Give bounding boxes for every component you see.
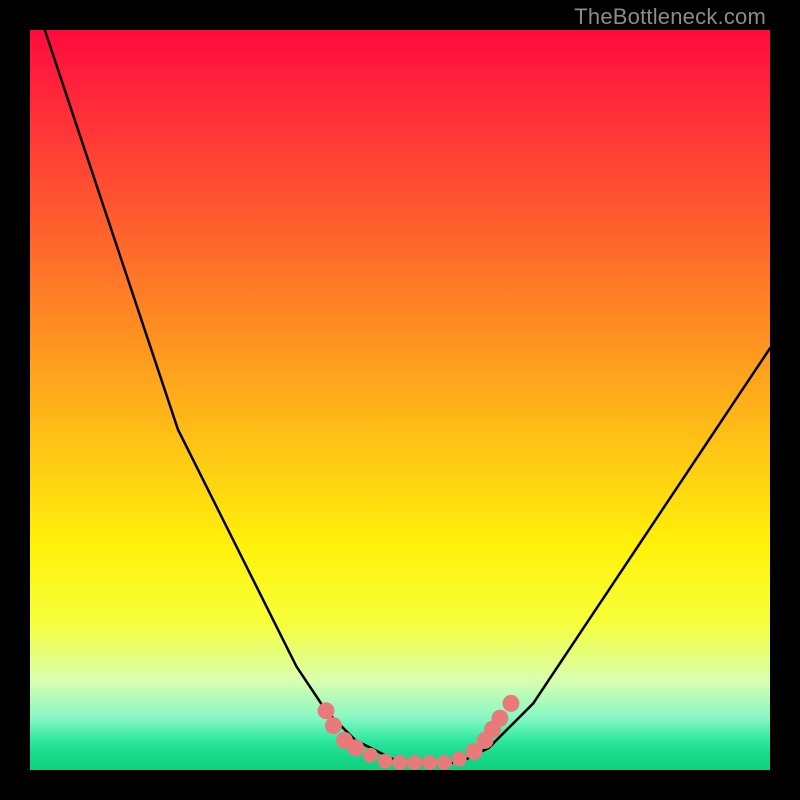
trough-marker-10 [452, 751, 467, 766]
trough-marker-0 [318, 702, 335, 719]
trough-marker-4 [363, 748, 378, 763]
trough-marker-7 [407, 755, 422, 770]
chart-frame: TheBottleneck.com [0, 0, 800, 800]
trough-marker-15 [503, 695, 520, 712]
gradient-plot-area [30, 30, 770, 770]
trough-marker-9 [437, 755, 452, 770]
trough-marker-14 [491, 710, 508, 727]
trough-marker-1 [325, 717, 342, 734]
trough-marker-3 [347, 739, 364, 756]
trough-marker-8 [422, 755, 437, 770]
trough-marker-6 [393, 755, 408, 770]
bottleneck-curve [30, 30, 770, 763]
trough-marker-5 [378, 754, 393, 769]
curve-layer [30, 30, 770, 770]
watermark-text: TheBottleneck.com [574, 4, 766, 30]
